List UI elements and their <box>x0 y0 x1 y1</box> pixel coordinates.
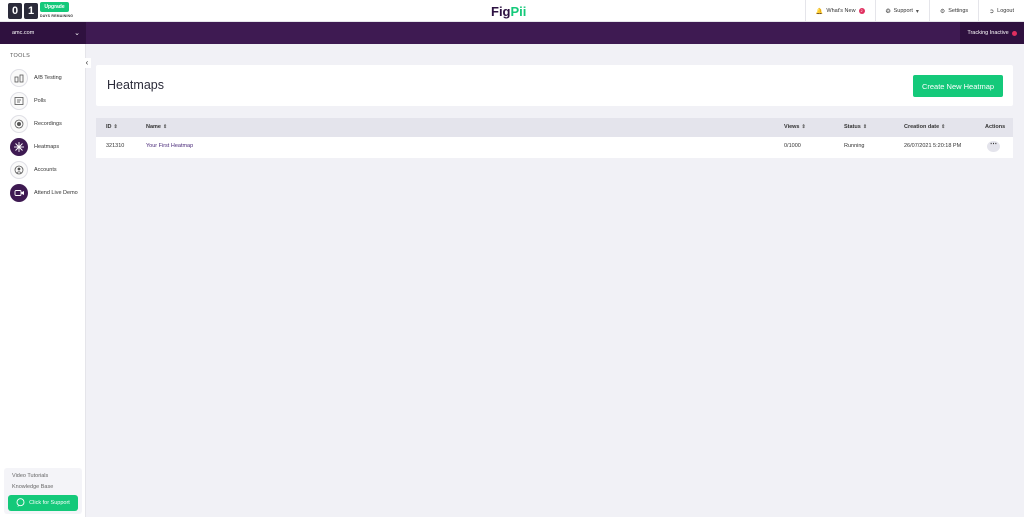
sidebar-item-heatmaps[interactable]: Heatmaps <box>10 138 84 156</box>
tracking-label: Tracking Inactive <box>967 30 1009 36</box>
cell-views: 0/1000 <box>784 143 801 149</box>
whats-new-link[interactable]: 🔔 What's New 2 <box>804 0 875 22</box>
heatmap-name-link[interactable]: Your First Heatmap <box>146 143 193 149</box>
logout-link[interactable]: ➲ Logout <box>978 0 1024 22</box>
sidebar-item-label: A/B Testing <box>34 75 62 81</box>
settings-link[interactable]: ⚙ Settings <box>928 0 978 22</box>
sort-icon: ⇕ <box>941 124 946 130</box>
click-for-support-button[interactable]: Click for Support <box>8 495 78 511</box>
sort-icon: ⇕ <box>862 124 868 130</box>
cell-creation-date: 26/07/2021 5:20:18 PM <box>904 143 962 149</box>
sidebar-item-label: Polls <box>34 98 46 104</box>
page-title: Heatmaps <box>107 78 164 92</box>
ellipsis-icon: ⋯ <box>990 141 997 148</box>
logout-label: Logout <box>997 8 1014 14</box>
site-selector[interactable]: amc.com ⌄ <box>0 22 86 44</box>
column-label: Views <box>784 124 800 130</box>
sort-icon: ⇕ <box>113 124 118 130</box>
sub-header: amc.com ⌄ Tracking Inactive <box>0 22 1024 44</box>
video-icon <box>10 184 28 202</box>
heatmaps-table: ID ⇕ Name ⇕ Views ⇕ Status ⇕ Creation date ⇕ … <box>96 118 1013 158</box>
notification-badge: 2 <box>858 8 865 14</box>
sort-icon: ⇕ <box>162 124 168 130</box>
bell-icon: 🔔 <box>815 8 824 15</box>
logout-icon: ➲ <box>989 8 995 15</box>
cell-status: Running <box>844 143 865 149</box>
sidebar-item-live-demo[interactable]: Attend Live Demo <box>10 184 84 202</box>
gear-icon: ⚙ <box>939 8 946 15</box>
sidebar-item-polls[interactable]: Polls <box>10 92 84 110</box>
page-header-card: Heatmaps Create New Heatmap <box>96 65 1013 106</box>
sort-icon: ⇕ <box>801 124 806 130</box>
top-nav: 🔔 What's New 2 ❂ Support ▾ ⚙ Settings ➲ … <box>804 0 1024 22</box>
status-dot-icon <box>1011 30 1017 36</box>
figpii-logo[interactable]: FigPii <box>491 4 526 19</box>
ab-testing-icon <box>10 69 28 87</box>
column-header-status[interactable]: Status ⇕ <box>844 124 867 130</box>
column-header-name[interactable]: Name ⇕ <box>146 124 167 130</box>
support-button-label: Click for Support <box>29 500 70 506</box>
sidebar-help-panel: Video Tutorials Knowledge Base Click for… <box>4 468 82 514</box>
chevron-down-icon: ⌄ <box>74 30 80 37</box>
upgrade-button[interactable]: Upgrade <box>40 2 69 12</box>
top-header: 0 1 Upgrade DAYS REMAINING FigPii 🔔 What… <box>0 0 1024 22</box>
more-actions-button[interactable]: ⋯ <box>987 141 1000 152</box>
recordings-icon <box>10 115 28 133</box>
column-label: Name <box>146 124 161 130</box>
heatmaps-icon <box>10 138 28 156</box>
whats-new-label: What's New <box>826 8 856 14</box>
sidebar-item-label: Accounts <box>34 167 57 173</box>
column-label: Status <box>844 124 861 130</box>
sidebar-item-accounts[interactable]: Accounts <box>10 161 84 179</box>
collapse-sidebar-icon[interactable]: ‹ <box>83 58 91 68</box>
counter-digit: 0 <box>8 3 22 19</box>
tracking-status[interactable]: Tracking Inactive <box>960 22 1024 44</box>
days-remaining-label: DAYS REMAINING <box>40 14 74 18</box>
knowledge-base-link[interactable]: Knowledge Base <box>12 484 53 490</box>
column-header-creation-date[interactable]: Creation date ⇕ <box>904 124 945 130</box>
support-label: Support <box>893 8 913 14</box>
days-counter: 0 1 <box>8 3 38 19</box>
support-dropdown[interactable]: ❂ Support ▾ <box>874 0 929 22</box>
sidebar-item-ab-testing[interactable]: A/B Testing <box>10 69 84 87</box>
logo-text: Fig <box>491 4 511 19</box>
tools-heading: TOOLS <box>10 53 31 59</box>
column-label: Creation date <box>904 124 940 130</box>
polls-icon <box>10 92 28 110</box>
cell-id: 321310 <box>106 143 125 149</box>
sidebar-item-label: Heatmaps <box>34 144 60 150</box>
sidebar: TOOLS A/B Testing Polls Recordings Heatm… <box>0 44 86 517</box>
column-label: ID <box>106 124 112 130</box>
chat-icon <box>16 497 25 509</box>
settings-label: Settings <box>948 8 969 14</box>
column-header-id[interactable]: ID ⇕ <box>106 124 118 130</box>
create-new-heatmap-button[interactable]: Create New Heatmap <box>913 75 1003 97</box>
sidebar-item-label: Recordings <box>34 121 62 127</box>
video-tutorials-link[interactable]: Video Tutorials <box>12 473 48 479</box>
logo-text-accent: Pii <box>510 4 527 19</box>
lifebuoy-icon: ❂ <box>885 8 891 15</box>
site-name: amc.com <box>12 30 35 36</box>
column-header-views[interactable]: Views ⇕ <box>784 124 806 130</box>
sidebar-item-label: Attend Live Demo <box>34 190 78 196</box>
caret-down-icon: ▾ <box>915 8 919 15</box>
counter-digit: 1 <box>24 3 38 19</box>
table-header: ID ⇕ Name ⇕ Views ⇕ Status ⇕ Creation date ⇕ … <box>96 118 1013 137</box>
sidebar-item-recordings[interactable]: Recordings <box>10 115 84 133</box>
column-header-actions: Actions <box>985 124 1006 130</box>
accounts-icon <box>10 161 28 179</box>
